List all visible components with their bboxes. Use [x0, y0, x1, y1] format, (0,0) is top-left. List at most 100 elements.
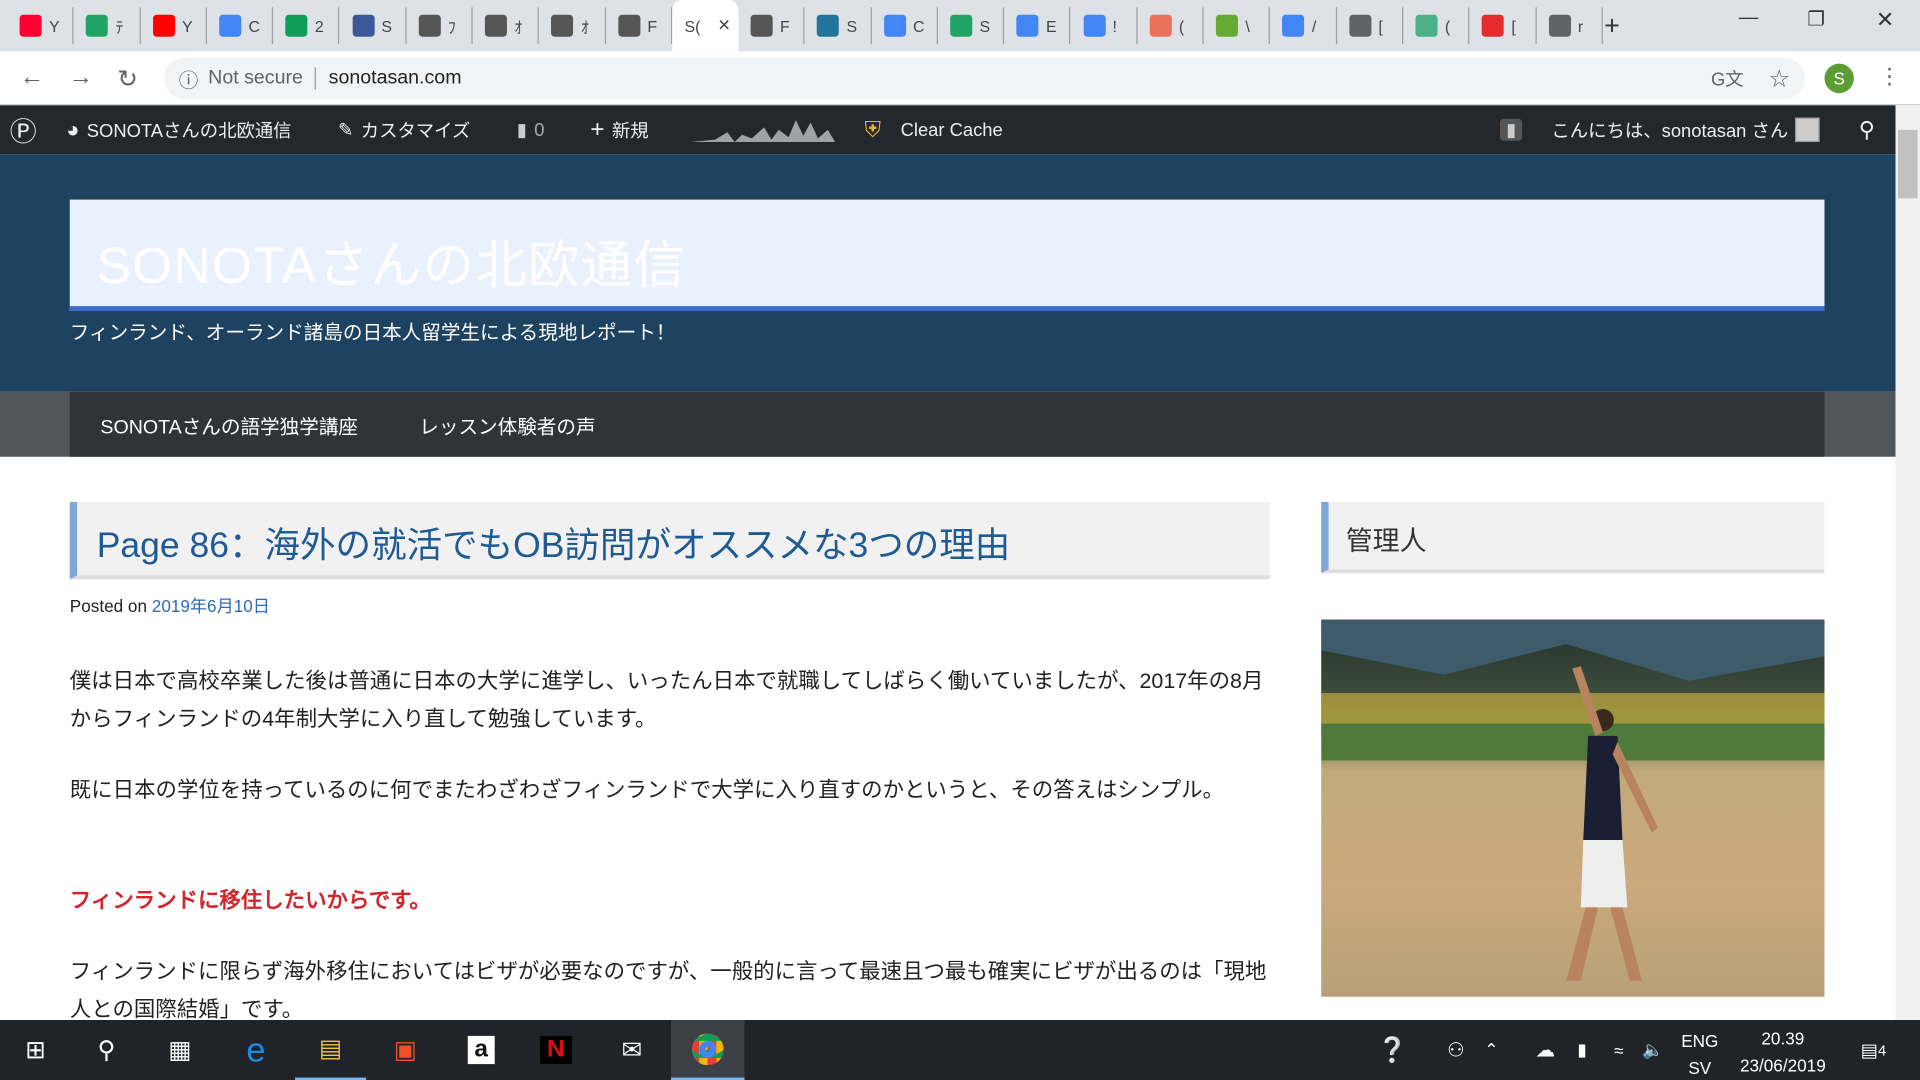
date-label: 23/06/2019 [1739, 1055, 1826, 1076]
site-tagline: フィンランド、オーランド諸島の日本人留学生による現地レポート！ [69, 323, 676, 345]
notification-count: 4 [1878, 1041, 1887, 1059]
reload-button[interactable]: ↻ [118, 64, 139, 95]
search-icon[interactable]: ⚲ [71, 1020, 142, 1080]
toolbar: ← → ↻ ⓘ Not secure sonotasan.com G文 ☆ S … [0, 51, 1920, 106]
browser-tab[interactable]: E [1004, 7, 1071, 45]
scrollbar-thumb[interactable] [1897, 129, 1918, 199]
browser-tab[interactable]: ｵ [539, 7, 606, 45]
browser-tab[interactable]: \ [1204, 7, 1271, 45]
browser-tab[interactable]: S [938, 7, 1005, 45]
battery-icon[interactable]: ▮ [1567, 1020, 1596, 1080]
profile-avatar[interactable]: S [1824, 63, 1854, 94]
admin-site-name[interactable]: ◕ SONOTAさんの北欧通信 [66, 105, 291, 154]
scrollbar[interactable] [1895, 105, 1920, 1021]
widget-header: 管理人 [1321, 502, 1825, 574]
browser-tab[interactable]: Y [7, 7, 74, 45]
paragraph: 僕は日本で高校卒業した後は普通に日本の大学に進学し、いったん日本で就職してしばら… [69, 668, 1264, 732]
language-indicator[interactable]: ENG SV [1681, 1027, 1718, 1080]
browser-tab[interactable]: F [738, 7, 805, 45]
close-tab-icon[interactable]: ✕ [718, 16, 731, 36]
tab-label: C [912, 16, 925, 35]
restore-button[interactable]: ❐ [1807, 7, 1825, 31]
tab-label: [ [1511, 16, 1516, 35]
forward-button[interactable]: → [69, 64, 93, 92]
browser-tab[interactable]: Y [140, 7, 207, 45]
close-window-button[interactable]: ✕ [1876, 7, 1894, 33]
browser-tab[interactable]: ｵ [473, 7, 540, 45]
notification-icon[interactable]: ▮ [1500, 105, 1523, 154]
admin-comments[interactable]: ▮ 0 [517, 105, 545, 154]
info-icon[interactable]: ⓘ [179, 64, 199, 93]
google-docs-icon [1282, 14, 1305, 37]
tab-label: [ [1378, 16, 1383, 35]
url-text[interactable]: sonotasan.com [316, 67, 462, 89]
admin-account[interactable]: こんにちは、sonotasan さん [1551, 105, 1821, 154]
tab-label: ! [1112, 16, 1117, 35]
wifi-icon[interactable]: ≈ [1604, 1020, 1633, 1080]
post-date-link[interactable]: 2019年6月10日 [152, 596, 270, 616]
browser-tab[interactable]: [ [1337, 7, 1404, 45]
browser-tab[interactable]: ! [1071, 7, 1138, 45]
time-label: 20.39 [1761, 1028, 1805, 1049]
tab-label: F [647, 16, 658, 35]
help-icon[interactable]: ❔ [1357, 1020, 1428, 1080]
browser-tab[interactable]: / [1270, 7, 1337, 45]
tab-label: ( [1444, 16, 1451, 35]
browser-tab[interactable]: C [871, 7, 938, 45]
action-center-icon[interactable]: ▤ 4 [1843, 1020, 1904, 1080]
new-label: 新規 [611, 120, 649, 142]
diamond-icon [1415, 14, 1438, 37]
netflix-icon[interactable]: N [520, 1020, 591, 1080]
browser-tab[interactable]: C [207, 7, 274, 45]
browser-tab[interactable]: ( [1403, 7, 1470, 45]
admin-clear-cache[interactable]: ⛨ Clear Cache [864, 105, 1002, 154]
post-title[interactable]: Page 86：海外の就活でもOB訪問がオススメな3つの理由 [97, 517, 1011, 568]
photo-icon [617, 14, 641, 37]
post-header: Page 86：海外の就活でもOB訪問がオススメな3つの理由 [69, 502, 1270, 580]
globe-icon [1548, 14, 1571, 37]
admin-customize[interactable]: ✎ カスタマイズ [338, 105, 470, 154]
address-bar[interactable]: ⓘ Not secure sonotasan.com G文 ☆ [164, 57, 1805, 100]
translate-icon[interactable]: G文 [1711, 66, 1744, 92]
beach-person-image [1321, 619, 1825, 981]
browser-tab[interactable]: F [606, 7, 673, 45]
clock[interactable]: 20.39 23/06/2019 [1731, 1025, 1834, 1079]
admin-new[interactable]: + 新規 [590, 105, 648, 154]
browser-tab[interactable]: ( [1137, 7, 1204, 45]
chrome-icon[interactable] [671, 1020, 745, 1080]
browser-tab[interactable]: 2 [273, 7, 340, 45]
volume-icon[interactable]: 🔈 [1638, 1020, 1667, 1080]
profile-photo [1321, 619, 1825, 997]
maco-icon [1216, 14, 1239, 37]
tab-label: ｵ [514, 17, 523, 37]
mail-icon[interactable]: ✉ [596, 1020, 667, 1080]
wordpress-icon [817, 14, 840, 37]
nav-item-language-course[interactable]: SONOTAさんの語学独学講座 [100, 410, 358, 439]
new-tab-button[interactable]: + [1604, 10, 1620, 42]
file-explorer-icon[interactable]: ▤ [295, 1020, 367, 1080]
menu-icon[interactable]: ⋮ [1878, 64, 1900, 90]
browser-tab[interactable]: S [805, 7, 872, 45]
nav-item-testimonials[interactable]: レッスン体験者の声 [419, 410, 595, 439]
back-button[interactable]: ← [20, 64, 44, 92]
browser-tab[interactable]: S [340, 7, 407, 45]
onedrive-icon[interactable]: ☁ [1531, 1020, 1560, 1080]
task-view-icon[interactable]: ▦ [144, 1020, 215, 1080]
search-icon[interactable]: ⚲ [1859, 105, 1875, 154]
browser-tab[interactable]: S(✕ [672, 0, 739, 52]
site-title[interactable]: SONOTAさんの北欧通信 [97, 224, 686, 299]
tab-label: ﾌ [447, 17, 456, 37]
browser-tab[interactable]: ﾃ [74, 7, 141, 45]
bookmark-star-icon[interactable]: ☆ [1768, 63, 1790, 94]
browser-tab[interactable]: [ [1470, 7, 1537, 45]
start-button[interactable]: ⊞ [0, 1020, 71, 1080]
edge-icon[interactable]: e [220, 1020, 291, 1080]
amazon-icon[interactable]: a [446, 1020, 517, 1080]
stats-sparkline[interactable] [690, 105, 836, 154]
browser-tab[interactable]: ﾌ [406, 7, 473, 45]
store-icon[interactable]: ▣ [370, 1020, 441, 1080]
browser-tab[interactable]: r [1536, 7, 1603, 45]
show-hidden-icons-icon[interactable]: ⌃ [1477, 1020, 1506, 1080]
wordpress-logo-icon[interactable]: Ⓟ [10, 105, 37, 154]
minimize-button[interactable]: — [1739, 7, 1759, 29]
